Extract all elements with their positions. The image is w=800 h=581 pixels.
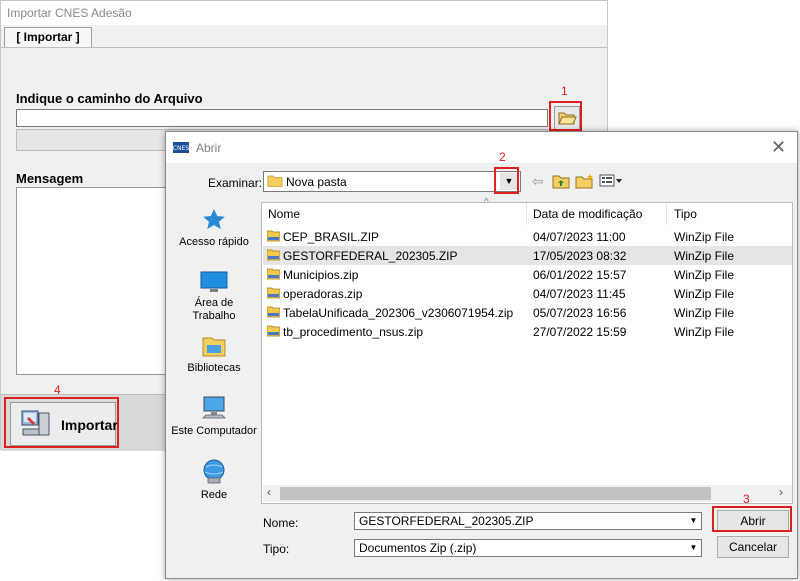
file-row[interactable]: tb_procedimento_nsus.zip 27/07/2022 15:59… (263, 322, 792, 341)
filename-label: Nome: (263, 516, 299, 530)
zip-file-icon (267, 325, 280, 337)
window-title: Importar CNES Adesão (7, 6, 132, 20)
file-name: tb_procedimento_nsus.zip (283, 325, 424, 339)
tab-importar[interactable]: [ Importar ] (4, 27, 92, 47)
annotation-box-4 (4, 397, 119, 448)
place-label: Bibliotecas (187, 362, 241, 374)
place-quick-access[interactable]: Acesso rápido (174, 207, 254, 248)
star-icon (203, 209, 225, 230)
file-row[interactable]: GESTORFEDERAL_202305.ZIP 17/05/2023 08:32… (263, 246, 792, 265)
file-type: WinZip File (674, 230, 735, 244)
message-label: Mensagem (16, 171, 84, 186)
column-header-date[interactable]: Data de modificação (533, 207, 642, 221)
scroll-left-icon[interactable]: ‹ (267, 485, 271, 499)
sort-up-icon: ^ (484, 197, 489, 208)
file-row[interactable]: operadoras.zip 04/07/2023 11:45 WinZip Fil… (263, 284, 792, 303)
file-name: operadoras.zip (283, 287, 363, 301)
zip-file-icon (267, 287, 280, 299)
cancel-button[interactable]: Cancelar (717, 536, 789, 558)
file-date: 05/07/2023 16:56 (533, 306, 627, 320)
annotation-box-1 (549, 101, 582, 131)
annotation-number-2: 2 (499, 150, 506, 164)
file-date: 04/07/2023 11:00 (533, 230, 626, 244)
app-icon: CNES (173, 142, 189, 153)
look-in-label: Examinar: (208, 176, 263, 190)
zip-file-icon (267, 230, 280, 242)
file-name: TabelaUnificada_202306_v2306071954.zip (283, 306, 514, 320)
chevron-down-icon[interactable]: ▼ (686, 540, 701, 556)
column-header-name[interactable]: Nome (268, 207, 300, 221)
path-input[interactable] (16, 109, 548, 127)
zip-file-icon (267, 306, 280, 318)
annotation-box-2 (494, 167, 519, 194)
desktop-icon (200, 271, 228, 292)
up-folder-icon[interactable] (552, 173, 570, 189)
file-row[interactable]: CEP_BRASIL.ZIP 04/07/2023 11:00 WinZip Fil… (263, 227, 792, 246)
network-icon (203, 459, 225, 484)
place-this-pc[interactable]: Este Computador (170, 394, 258, 437)
open-file-dialog: CNES Abrir ✕ Examinar: Nova pasta ▼ ⇦ Ac… (165, 131, 798, 579)
place-desktop[interactable]: Área de Trabalho (174, 270, 254, 323)
look-in-select[interactable]: Nova pasta ▼ (263, 171, 521, 192)
file-list[interactable]: ^ Nome Data de modificação Tipo ‹ › CEP_… (261, 197, 793, 504)
place-libraries[interactable]: Bibliotecas (174, 333, 254, 374)
filetype-label: Tipo: (263, 542, 290, 556)
place-label: Área de Trabalho (192, 297, 236, 322)
dialog-titlebar: CNES Abrir ✕ (166, 132, 797, 163)
file-name: Municipios.zip (283, 268, 359, 282)
libraries-icon (202, 337, 226, 357)
place-label: Acesso rápido (179, 236, 249, 248)
close-icon[interactable]: ✕ (771, 138, 786, 156)
column-separator (526, 203, 527, 225)
file-date: 06/01/2022 15:57 (533, 268, 627, 282)
file-type: WinZip File (674, 249, 735, 263)
path-label: Indique o caminho do Arquivo (16, 91, 203, 106)
filetype-value: Documentos Zip (.zip) (359, 541, 477, 555)
view-menu-icon[interactable] (599, 174, 623, 188)
file-date: 27/07/2022 15:59 (533, 325, 627, 339)
file-row[interactable]: Municipios.zip 06/01/2022 15:57 WinZip Fil… (263, 265, 792, 284)
filetype-select[interactable]: Documentos Zip (.zip) ▼ (354, 539, 702, 557)
annotation-number-4: 4 (54, 383, 61, 397)
filename-input[interactable]: GESTORFEDERAL_202305.ZIP ▼ (354, 512, 702, 530)
file-name: GESTORFEDERAL_202305.ZIP (283, 249, 458, 263)
look-in-value: Nova pasta (286, 175, 347, 189)
dialog-title: Abrir (196, 141, 222, 155)
message-area[interactable] (16, 187, 168, 375)
file-type: WinZip File (674, 306, 735, 320)
place-label: Rede (200, 489, 228, 501)
svg-text:CNES: CNES (173, 145, 189, 152)
place-label: Este Computador (171, 425, 257, 437)
scrollbar-thumb[interactable] (280, 487, 711, 500)
zip-file-icon (267, 268, 280, 280)
chevron-down-icon[interactable]: ▼ (686, 513, 701, 529)
window-titlebar: Importar CNES Adesão (1, 1, 607, 25)
computer-icon (202, 396, 226, 419)
zip-file-icon (267, 249, 280, 261)
file-row[interactable]: TabelaUnificada_202306_v2306071954.zip 05… (263, 303, 792, 322)
file-date: 04/07/2023 11:45 (533, 287, 626, 301)
place-network[interactable]: Rede (174, 458, 254, 501)
file-type: WinZip File (674, 325, 735, 339)
annotation-number-3: 3 (743, 492, 750, 506)
file-type: WinZip File (674, 268, 735, 282)
filename-value: GESTORFEDERAL_202305.ZIP (359, 514, 534, 528)
column-separator (666, 203, 667, 225)
annotation-box-3 (712, 506, 792, 532)
column-header-type[interactable]: Tipo (674, 207, 697, 221)
folder-icon (267, 175, 283, 187)
new-folder-icon[interactable] (575, 173, 595, 189)
file-name: CEP_BRASIL.ZIP (283, 230, 380, 244)
annotation-number-1: 1 (561, 84, 568, 98)
file-type: WinZip File (674, 287, 735, 301)
file-date: 17/05/2023 08:32 (533, 249, 627, 263)
back-arrow-icon[interactable]: ⇦ (532, 173, 544, 190)
horizontal-scrollbar[interactable]: ‹ › (263, 485, 792, 502)
scroll-right-icon[interactable]: › (779, 485, 783, 499)
